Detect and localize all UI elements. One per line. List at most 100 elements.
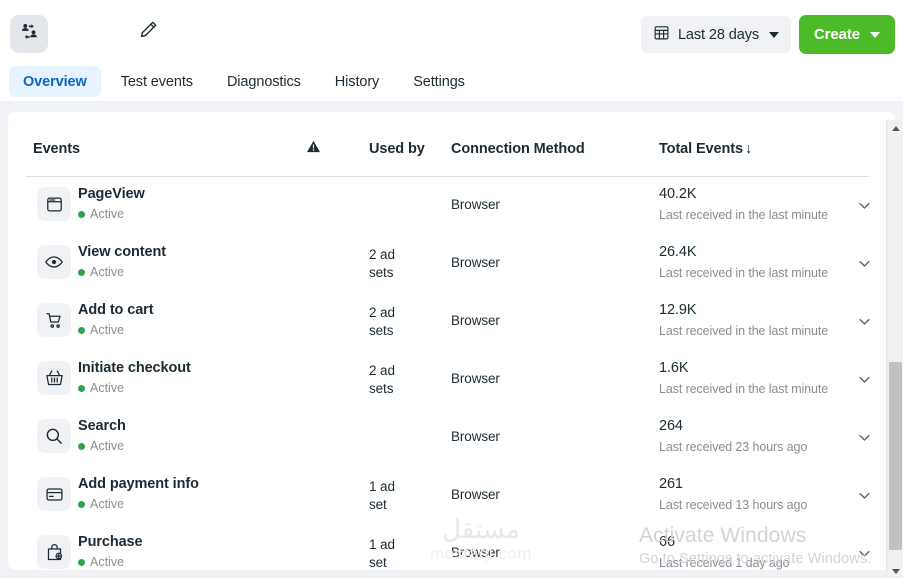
last-received-value: Last received in the last minute [659, 266, 829, 280]
used-by-value: 2 ad sets [369, 363, 395, 396]
connection-method-value: Browser [451, 429, 500, 444]
connection-method-value: Browser [451, 255, 500, 270]
tab-history[interactable]: History [321, 66, 393, 97]
event-name: PageView [78, 186, 145, 202]
status-label: Active [90, 323, 125, 337]
shopping-bag-icon [37, 535, 71, 569]
last-received-value: Last received in the last minute [659, 324, 829, 338]
column-header-total-events-label: Total Events [659, 141, 743, 157]
tab-label: Overview [23, 73, 87, 90]
connection-method-value: Browser [451, 545, 500, 560]
tab-label: Settings [413, 73, 465, 90]
last-received-value: Last received 23 hours ago [659, 440, 808, 454]
event-name: Purchase [78, 534, 143, 550]
status-label: Active [90, 381, 125, 395]
table-row[interactable]: View content Active 2 ad sets Browser 26… [26, 235, 872, 293]
event-name: Add to cart [78, 302, 154, 318]
status-label: Active [90, 439, 125, 453]
status-label: Active [90, 497, 125, 511]
search-icon [37, 419, 71, 453]
tab-test-events[interactable]: Test events [107, 66, 207, 97]
create-button[interactable]: Create [798, 15, 895, 54]
connection-method-value: Browser [451, 313, 500, 328]
top-bar: Last 28 days Create [0, 0, 903, 62]
status-badge: Active [78, 381, 124, 395]
used-by-value: 1 ad set [369, 479, 395, 512]
vertical-scrollbar[interactable] [886, 120, 903, 580]
used-by-value: 2 ad sets [369, 247, 395, 280]
status-dot-icon [78, 268, 85, 276]
tab-bar: Overview Test events Diagnostics History… [0, 62, 903, 101]
tab-label: Test events [120, 73, 193, 90]
create-button-label: Create [813, 26, 860, 43]
total-events-value: 261 [659, 476, 683, 492]
column-header-used-by[interactable]: Used by [369, 141, 425, 157]
pencil-icon [137, 19, 159, 46]
connection-method-value: Browser [451, 371, 500, 386]
used-by-value: 2 ad sets [369, 305, 395, 338]
total-events-value: 264 [659, 418, 683, 434]
column-header-total-events[interactable]: Total Events ↓ [659, 141, 752, 157]
bottom-strip [0, 578, 903, 584]
event-name: Add payment info [78, 476, 199, 492]
row-expand-chevron-down-icon[interactable] [857, 314, 872, 334]
status-badge: Active [78, 555, 124, 569]
table-row[interactable]: Initiate checkout Active 2 ad sets Brows… [26, 351, 872, 409]
credit-card-icon [37, 477, 71, 511]
status-label: Active [90, 207, 125, 221]
shopping-basket-icon [37, 361, 71, 395]
chevron-down-icon [769, 31, 779, 38]
calendar-grid-icon [653, 24, 670, 46]
shopping-cart-icon [37, 303, 71, 337]
last-received-value: Last received in the last minute [659, 208, 829, 222]
tab-settings[interactable]: Settings [399, 66, 479, 97]
status-dot-icon [78, 500, 85, 508]
table-row[interactable]: PageView Active Browser 40.2K Last recei… [26, 177, 872, 235]
row-expand-chevron-down-icon[interactable] [857, 198, 872, 218]
last-received-value: Last received in the last minute [659, 382, 829, 396]
connection-method-value: Browser [451, 197, 500, 212]
total-events-value: 40.2K [659, 186, 697, 202]
table-row[interactable]: Add payment info Active 1 ad set Browser… [26, 467, 872, 525]
table-header: Events Used by Connection Method Total E… [26, 126, 869, 177]
people-sync-icon [19, 21, 40, 47]
tab-label: Diagnostics [226, 73, 301, 90]
row-expand-chevron-down-icon[interactable] [857, 546, 872, 566]
status-badge: Active [78, 497, 124, 511]
table-row[interactable]: Purchase Active 1 ad set Browser 66 Last… [26, 525, 872, 570]
last-received-value: Last received 1 day ago [659, 556, 790, 570]
scroll-up-arrow-icon[interactable] [887, 120, 903, 137]
warning-triangle-icon[interactable] [306, 139, 321, 158]
total-events-value: 66 [659, 534, 675, 550]
event-name: View content [78, 244, 166, 260]
connection-method-value: Browser [451, 487, 500, 502]
tab-label: History [334, 73, 380, 90]
status-dot-icon [78, 558, 85, 566]
edit-pencil-button[interactable] [133, 17, 163, 47]
used-by-value: 1 ad set [369, 537, 395, 570]
table-row[interactable]: Add to cart Active 2 ad sets Browser 12.… [26, 293, 872, 351]
status-dot-icon [78, 210, 85, 218]
row-expand-chevron-down-icon[interactable] [857, 256, 872, 276]
tab-overview[interactable]: Overview [9, 66, 101, 97]
events-card: Events Used by Connection Method Total E… [8, 112, 895, 570]
column-header-connection-method[interactable]: Connection Method [451, 141, 585, 157]
total-events-value: 26.4K [659, 244, 697, 260]
event-name: Search [78, 418, 126, 434]
app-root: Last 28 days Create Overview Test events… [0, 0, 903, 584]
date-range-label: Last 28 days [677, 26, 759, 43]
row-expand-chevron-down-icon[interactable] [857, 488, 872, 508]
audience-button[interactable] [10, 15, 48, 53]
table-body: PageView Active Browser 40.2K Last recei… [26, 177, 872, 570]
tab-diagnostics[interactable]: Diagnostics [213, 66, 315, 97]
row-expand-chevron-down-icon[interactable] [857, 372, 872, 392]
scrollbar-thumb[interactable] [889, 362, 902, 550]
status-badge: Active [78, 323, 124, 337]
row-expand-chevron-down-icon[interactable] [857, 430, 872, 450]
event-name: Initiate checkout [78, 360, 191, 376]
total-events-value: 1.6K [659, 360, 689, 376]
status-dot-icon [78, 326, 85, 334]
column-header-events[interactable]: Events [33, 141, 80, 157]
date-range-picker[interactable]: Last 28 days [640, 16, 791, 53]
table-row[interactable]: Search Active Browser 264 Last received … [26, 409, 872, 467]
